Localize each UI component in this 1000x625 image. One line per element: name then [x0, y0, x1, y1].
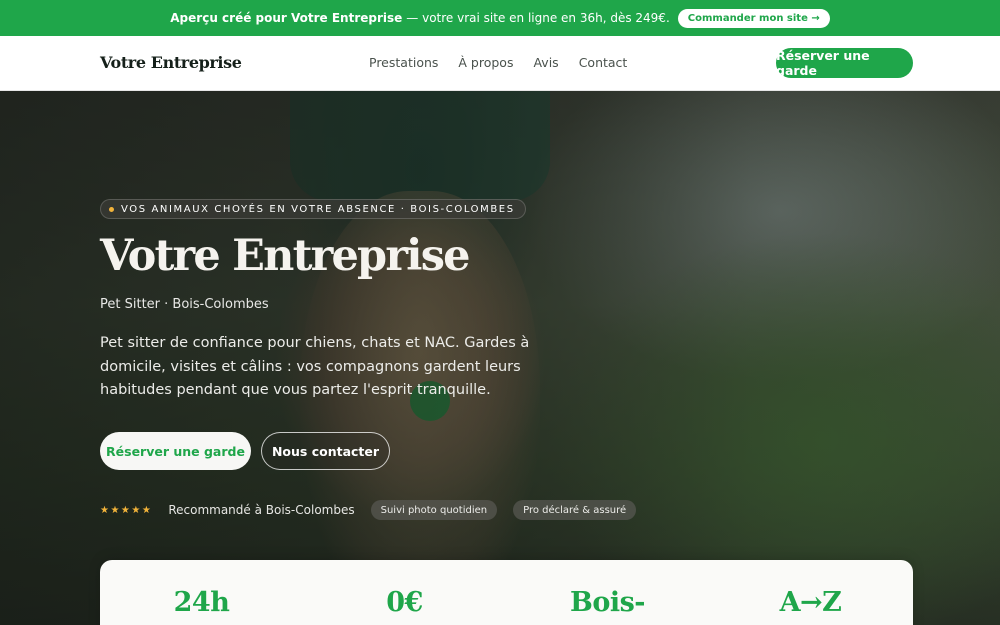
chip-daily-photo: Suivi photo quotidien — [370, 500, 498, 520]
rating-text: Recommandé à Bois-Colombes — [168, 503, 355, 517]
eyebrow-text: VOS ANIMAUX CHOYÉS EN VOTRE ABSENCE · BO… — [121, 203, 515, 215]
book-sitting-nav-button[interactable]: Réserver une garde — [776, 48, 913, 78]
hero-description: Pet sitter de confiance pour chiens, cha… — [100, 335, 530, 398]
promo-headline: Aperçu créé pour Votre Entreprise — [170, 11, 403, 25]
nav-link-a-propos[interactable]: À propos — [458, 55, 513, 70]
chip-insured: Pro déclaré & assuré — [513, 500, 637, 520]
top-navigation: Votre Entreprise Prestations À propos Av… — [0, 36, 1000, 91]
contact-us-button[interactable]: Nous contacter — [261, 432, 390, 470]
promo-banner: Aperçu créé pour Votre Entreprise — votr… — [0, 0, 1000, 36]
hero-section: VOS ANIMAUX CHOYÉS EN VOTRE ABSENCE · BO… — [0, 91, 1000, 625]
stat-zero-euro: 0€ — [386, 587, 423, 618]
brand-logo[interactable]: Votre Entreprise — [100, 53, 242, 72]
hero-subtitle: Pet Sitter · Bois-Colombes — [100, 297, 269, 312]
book-sitting-button[interactable]: Réserver une garde — [100, 432, 251, 470]
stat-a-to-z: A→Z — [779, 587, 842, 618]
nav-links: Prestations À propos Avis Contact — [369, 55, 647, 70]
hero-eyebrow-badge: VOS ANIMAUX CHOYÉS EN VOTRE ABSENCE · BO… — [100, 199, 526, 219]
order-site-button[interactable]: Commander mon site → — [677, 8, 830, 28]
stat-bois: Bois- — [570, 587, 646, 618]
nav-link-avis[interactable]: Avis — [533, 55, 558, 70]
promo-text: — votre vrai site en ligne en 36h, dès 2… — [406, 11, 670, 25]
hero-title: Votre Entreprise — [100, 231, 470, 281]
nav-link-contact[interactable]: Contact — [579, 55, 628, 70]
eyebrow-dot-icon — [109, 206, 114, 212]
social-proof-row: ★★★★★ Recommandé à Bois-Colombes Suivi p… — [100, 500, 652, 520]
stats-card: 24h 0€ Bois- A→Z — [100, 560, 913, 625]
nav-link-prestations[interactable]: Prestations — [369, 55, 438, 70]
rating-stars-icon: ★★★★★ — [100, 504, 153, 516]
stat-24h: 24h — [173, 587, 230, 618]
